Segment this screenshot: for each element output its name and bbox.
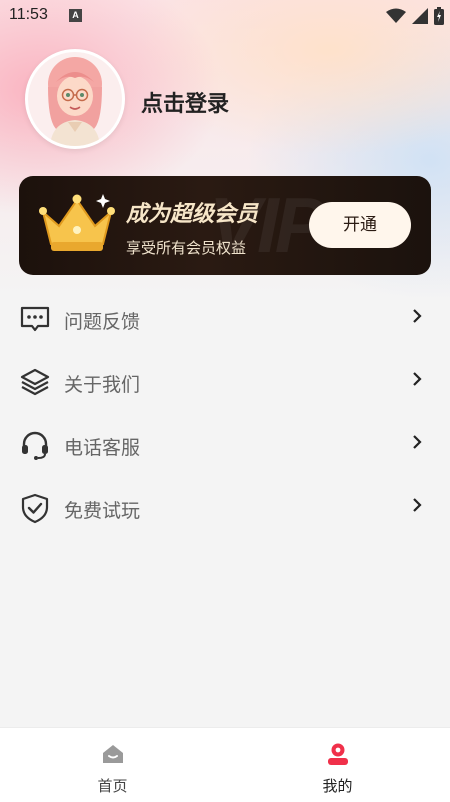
home-icon <box>103 745 123 763</box>
vip-activate-button[interactable]: 开通 <box>309 202 411 248</box>
tab-home[interactable]: 首页 <box>0 728 225 802</box>
headset-icon <box>22 431 48 460</box>
menu-label: 免费试玩 <box>64 500 141 522</box>
chevron-right-icon <box>413 372 422 386</box>
chevron-right-icon <box>413 309 422 323</box>
vip-promo-card[interactable]: VIP 成为超级会员 享受所有会员权益 开通 <box>19 176 431 275</box>
feedback-icon <box>20 306 50 332</box>
tab-label: 首页 <box>97 777 128 795</box>
login-prompt[interactable]: 点击登录 <box>141 86 229 118</box>
menu-label: 关于我们 <box>64 374 141 396</box>
shield-check-icon <box>21 493 49 524</box>
menu-item-free-trial[interactable]: 免费试玩 <box>0 477 450 540</box>
vip-subtitle: 享受所有会员权益 <box>126 239 247 257</box>
chevron-right-icon <box>413 498 422 512</box>
menu-item-about[interactable]: 关于我们 <box>0 351 450 414</box>
menu-item-phone-support[interactable]: 电话客服 <box>0 414 450 477</box>
menu-label: 问题反馈 <box>64 311 141 333</box>
tab-profile[interactable]: 我的 <box>225 728 450 802</box>
settings-menu: 问题反馈 关于我们 电话客服 免费试玩 <box>0 288 450 540</box>
battery-icon <box>434 7 444 25</box>
layers-icon <box>20 368 50 396</box>
vip-title: 成为超级会员 <box>126 202 259 227</box>
crown-icon <box>39 194 115 251</box>
chevron-right-icon <box>413 435 422 449</box>
avatar[interactable] <box>25 49 125 149</box>
avatar-image <box>28 52 122 146</box>
status-bar: 11:53 A <box>0 0 450 32</box>
profile-icon <box>328 743 348 765</box>
status-time: 11:53 <box>9 6 48 23</box>
wifi-icon <box>386 8 406 23</box>
menu-item-feedback[interactable]: 问题反馈 <box>0 288 450 351</box>
app-notification-icon: A <box>69 9 82 22</box>
bottom-tab-bar: 首页 我的 <box>0 727 450 802</box>
signal-icon <box>412 8 428 24</box>
tab-label: 我的 <box>322 777 353 795</box>
menu-label: 电话客服 <box>64 437 141 459</box>
